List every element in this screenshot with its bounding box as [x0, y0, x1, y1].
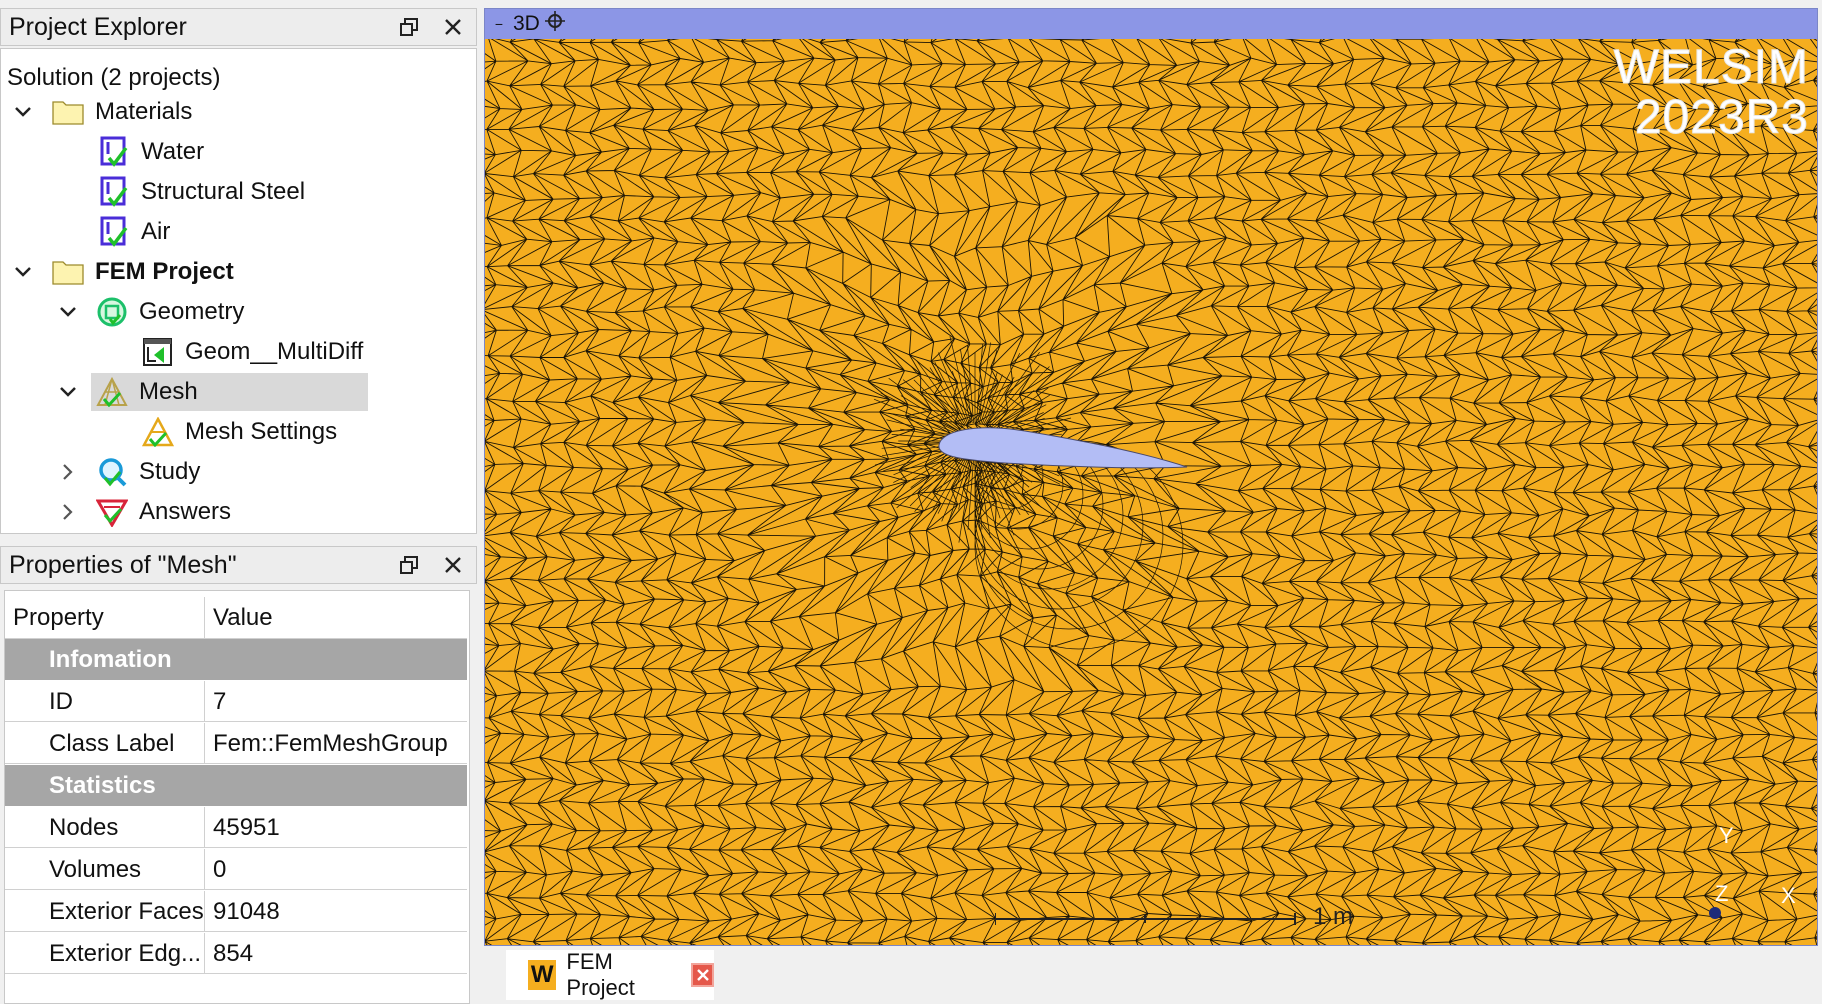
project-tree: Solution (2 projects) Materials Water St…: [0, 48, 477, 534]
tree-solution[interactable]: Solution (2 projects): [7, 59, 220, 97]
property-label: Exterior Edg...: [5, 933, 205, 974]
float-panel-button[interactable]: [396, 9, 422, 45]
tree-geometry-label: Geometry: [139, 298, 245, 325]
property-row-id[interactable]: ID 7: [5, 681, 467, 722]
close-icon: [696, 969, 709, 981]
welsim-logo-icon: W: [528, 960, 557, 990]
tree-study-label: Study: [139, 458, 201, 485]
pin-icon[interactable]: −: [485, 16, 513, 32]
axis-z-label: Z: [1715, 881, 1729, 906]
tree-water-label: Water: [141, 138, 205, 165]
study-icon: [95, 455, 129, 489]
chevron-right-icon[interactable]: [56, 500, 80, 524]
close-tab-button[interactable]: [691, 963, 714, 987]
tree-mesh-settings-label: Mesh Settings: [185, 418, 338, 445]
material-icon: [97, 135, 131, 169]
viewport-toolbar: − 3D: [485, 9, 1817, 39]
axis-y-label: Y: [1719, 823, 1734, 848]
property-row-exterior-edges[interactable]: Exterior Edg... 854: [5, 933, 467, 974]
tree-answers-label: Answers: [139, 498, 232, 525]
tree-solution-label: Solution (2 projects): [7, 64, 221, 91]
close-panel-button[interactable]: [440, 547, 466, 583]
tree-material-steel[interactable]: Structural Steel: [97, 173, 305, 211]
tree-mesh-label: Mesh: [139, 378, 198, 405]
property-value: 91048: [205, 891, 467, 932]
tree-geometry[interactable]: Geometry: [1, 293, 244, 331]
tree-study[interactable]: Study: [1, 453, 200, 491]
tree-fem-project-label: FEM Project: [95, 258, 234, 285]
axis-x-label: X: [1781, 883, 1796, 908]
property-column-header[interactable]: Property: [5, 597, 205, 638]
close-icon: [445, 557, 461, 573]
tree-fem-project[interactable]: FEM Project: [1, 253, 234, 291]
material-icon: [97, 215, 131, 249]
property-label: ID: [5, 681, 205, 722]
properties-table: Property Value Infomation ID 7 Class Lab…: [4, 590, 470, 1004]
property-label: Class Label: [5, 723, 205, 764]
tree-geom-item[interactable]: Geom__MultiDiff: [141, 333, 363, 371]
watermark-line-1: WELSIM: [1613, 41, 1809, 94]
project-explorer-title: Project Explorer: [9, 13, 187, 41]
3d-viewport[interactable]: − 3D WELSIM 2023R3 1 m Y Z X: [484, 8, 1818, 946]
geometry-import-icon: [141, 335, 175, 369]
watermark: WELSIM 2023R3: [1613, 41, 1809, 144]
tree-mesh[interactable]: Mesh: [60, 373, 368, 411]
property-label: Nodes: [5, 807, 205, 848]
close-icon: [445, 19, 461, 35]
folder-icon: [51, 255, 85, 289]
property-value: 45951: [205, 807, 467, 848]
property-value: 7: [205, 681, 467, 722]
material-icon: [97, 175, 131, 209]
document-tab-bar: W FEM Project: [484, 948, 1822, 1004]
tree-air-label: Air: [141, 218, 171, 245]
mesh-settings-icon: [141, 415, 175, 449]
view-mode-button[interactable]: 3D: [513, 12, 540, 36]
mesh-canvas[interactable]: [485, 39, 1818, 946]
group-statistics[interactable]: Statistics: [5, 765, 467, 806]
float-panel-button[interactable]: [396, 547, 422, 583]
axis-origin-icon: [1709, 907, 1721, 919]
chevron-down-icon[interactable]: [56, 300, 80, 324]
watermark-line-2: 2023R3: [1634, 91, 1809, 144]
value-column-header[interactable]: Value: [205, 597, 467, 638]
restore-window-icon: [400, 556, 418, 574]
property-label: Volumes: [5, 849, 205, 890]
property-value: Fem::FemMeshGroup: [205, 723, 467, 764]
property-row-nodes[interactable]: Nodes 45951: [5, 807, 467, 848]
tree-geom-item-label: Geom__MultiDiff: [185, 338, 364, 365]
chevron-down-icon[interactable]: [11, 260, 35, 284]
property-value: 0: [205, 849, 467, 890]
property-label: Exterior Faces: [5, 891, 205, 932]
tree-answers[interactable]: Answers: [1, 493, 231, 531]
fit-view-icon[interactable]: [544, 10, 566, 38]
close-panel-button[interactable]: [440, 9, 466, 45]
document-tab-label: FEM Project: [566, 949, 635, 1000]
chevron-right-icon[interactable]: [56, 460, 80, 484]
tree-steel-label: Structural Steel: [141, 178, 306, 205]
properties-header-row: Property Value: [5, 597, 467, 639]
tree-materials-label: Materials: [95, 98, 193, 125]
chevron-down-icon[interactable]: [11, 100, 35, 124]
property-value: 854: [205, 933, 467, 974]
group-information[interactable]: Infomation: [5, 639, 467, 680]
properties-title-bar: Properties of "Mesh": [0, 546, 477, 584]
property-row-volumes[interactable]: Volumes 0: [5, 849, 467, 890]
chevron-down-icon[interactable]: [56, 380, 80, 404]
folder-icon: [51, 95, 85, 129]
property-row-exterior-faces[interactable]: Exterior Faces 91048: [5, 891, 467, 932]
project-explorer-title-bar: Project Explorer: [0, 8, 477, 46]
scale-bar: [995, 913, 1296, 925]
geometry-icon: [95, 295, 129, 329]
tree-mesh-settings[interactable]: Mesh Settings: [141, 413, 337, 451]
tree-material-water[interactable]: Water: [97, 133, 204, 171]
mesh-icon: [95, 375, 129, 409]
property-row-class-label[interactable]: Class Label Fem::FemMeshGroup: [5, 723, 467, 764]
tree-materials[interactable]: Materials: [1, 93, 192, 131]
tree-material-air[interactable]: Air: [97, 213, 170, 251]
answers-icon: [95, 495, 129, 529]
restore-window-icon: [400, 18, 418, 36]
scale-bar-label: 1 m: [1313, 903, 1354, 930]
document-tab[interactable]: W FEM Project: [506, 949, 714, 1000]
properties-title: Properties of "Mesh": [9, 551, 237, 579]
